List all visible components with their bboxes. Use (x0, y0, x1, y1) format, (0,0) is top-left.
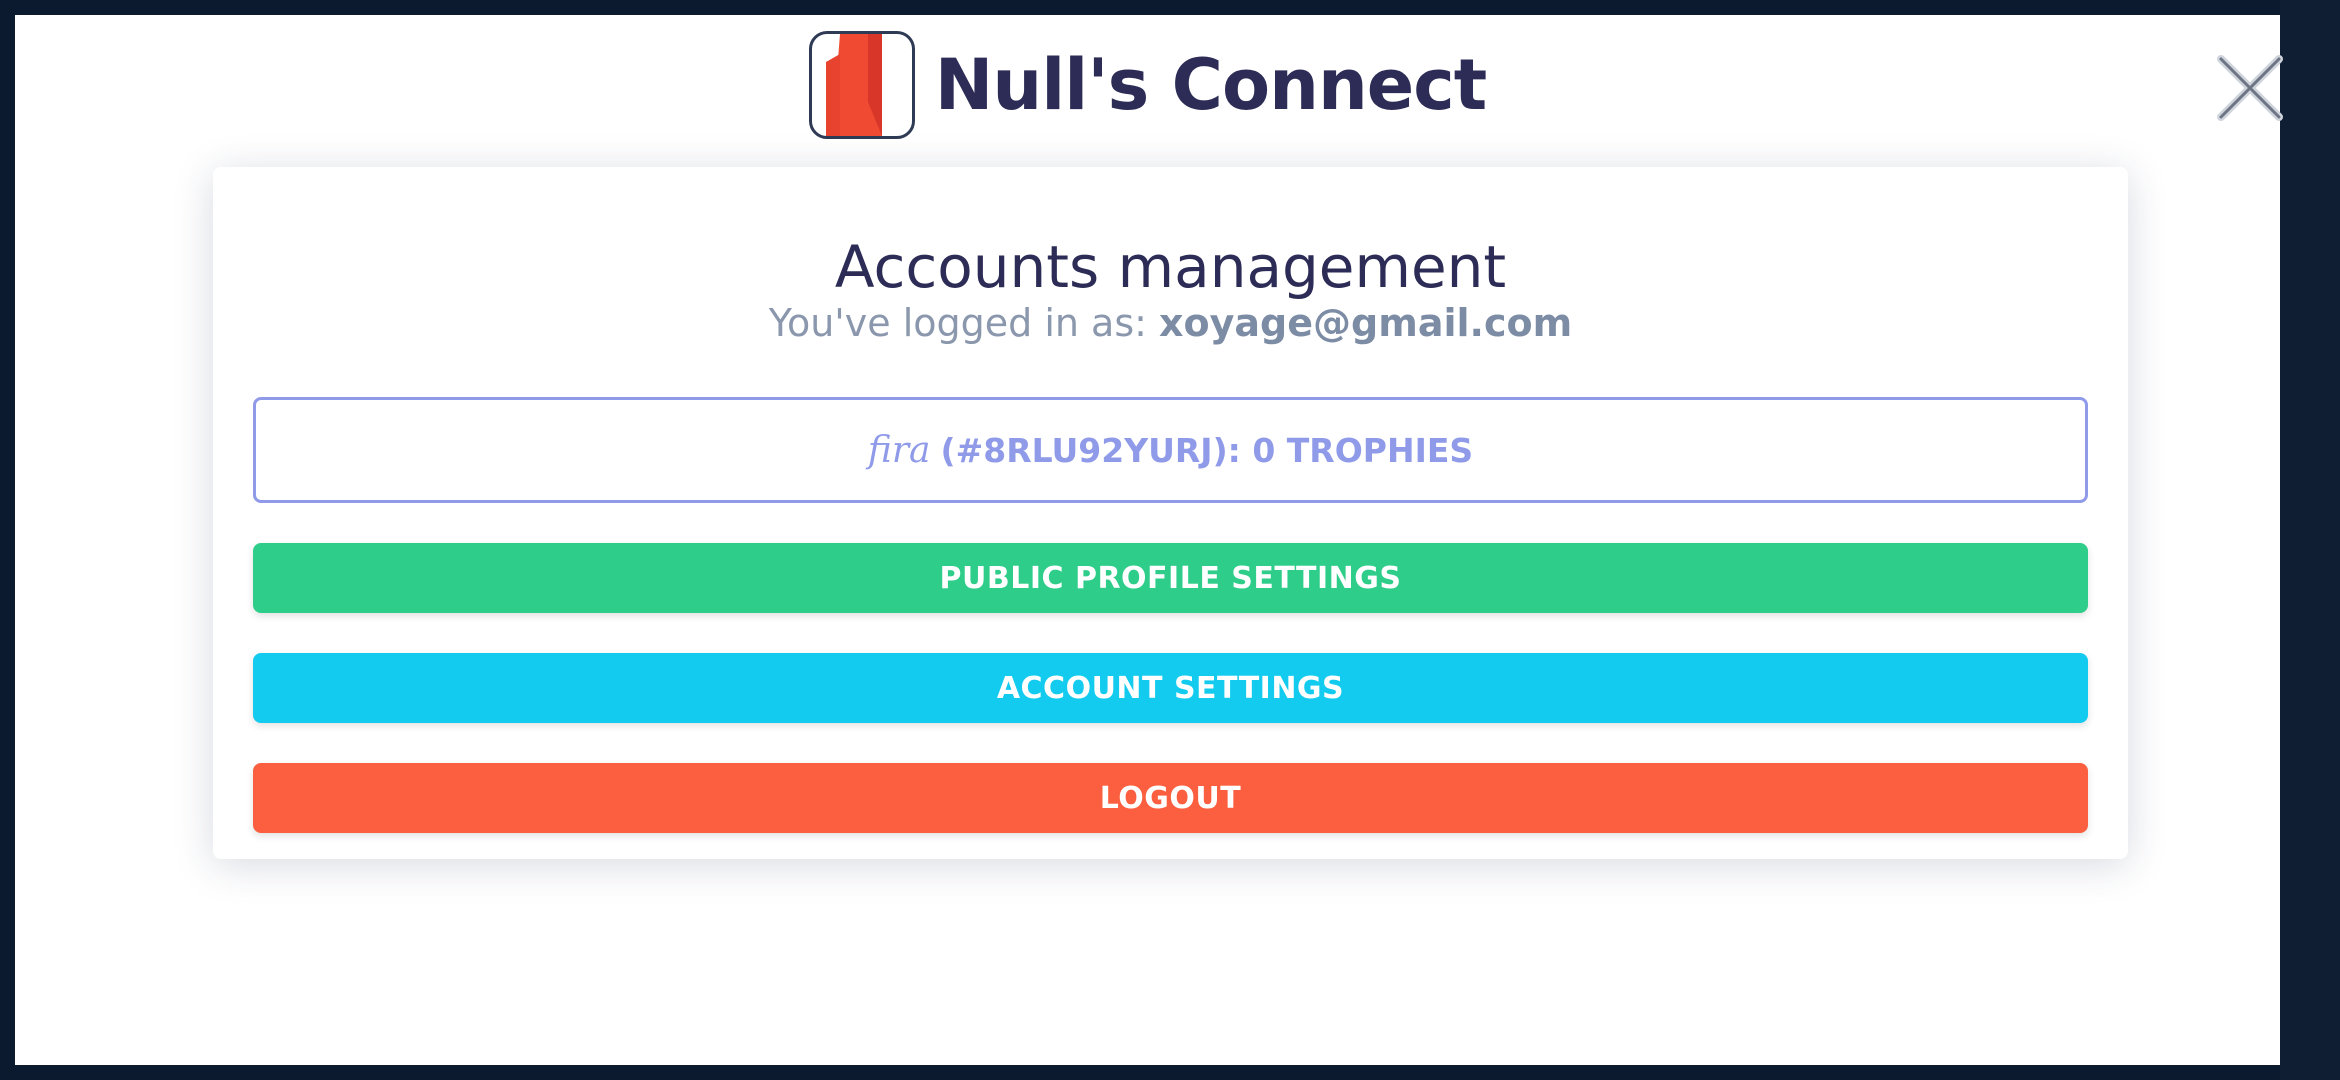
close-button[interactable] (2215, 53, 2285, 123)
logged-in-info: You've logged in as: xoyage@gmail.com (213, 301, 2128, 345)
account-entry[interactable]: fira (#8RLU92YURJ): 0 TROPHIES (253, 397, 2088, 503)
background-edge (2280, 0, 2340, 1080)
logout-button[interactable]: LOGOUT (253, 763, 2088, 833)
logo-icon (808, 31, 915, 139)
account-settings-button[interactable]: ACCOUNT SETTINGS (253, 653, 2088, 723)
public-profile-settings-button[interactable]: PUBLIC PROFILE SETTINGS (253, 543, 2088, 613)
header: Null's Connect (15, 15, 2283, 155)
close-icon (2217, 55, 2283, 121)
accounts-card: Accounts management You've logged in as:… (213, 167, 2128, 859)
logged-in-label: You've logged in as: (768, 301, 1147, 345)
page-title: Accounts management (834, 233, 1507, 301)
brand-name: Null's Connect (934, 44, 1487, 126)
modal-window: Null's Connect Accounts management You'v… (15, 15, 2283, 1065)
brand: Null's Connect (15, 31, 2280, 139)
logged-in-email: xoyage@gmail.com (1159, 301, 1573, 345)
account-details: (#8RLU92YURJ): 0 TROPHIES (940, 430, 1474, 470)
account-name: fira (867, 429, 931, 471)
